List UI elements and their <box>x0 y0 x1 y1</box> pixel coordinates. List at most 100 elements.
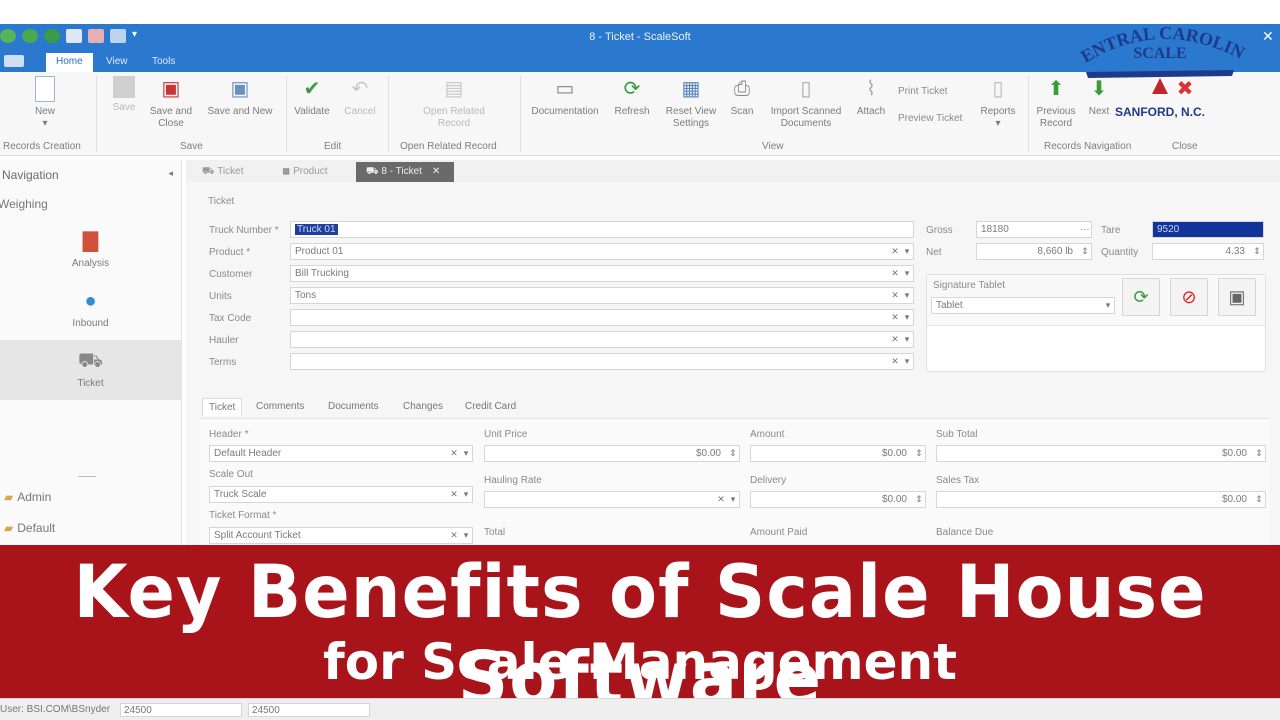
doc-tab-product[interactable]: ◼ Product <box>272 162 338 182</box>
clear-icon[interactable]: ✕ <box>715 492 727 507</box>
spinner-icon[interactable]: ⇕ <box>1253 492 1265 507</box>
clear-icon[interactable]: ✕ <box>448 528 460 543</box>
customer-select[interactable]: Bill Trucking ✕ ▾ <box>290 265 914 282</box>
dropdown-icon[interactable]: ▾ <box>460 446 472 461</box>
documentation-button[interactable]: ▭ Documentation <box>526 76 604 118</box>
attach-button[interactable]: ⌇ Attach <box>852 76 890 118</box>
terms-select[interactable]: ✕ ▾ <box>290 353 914 370</box>
open-related-record-button[interactable]: ▤ Open Related Record <box>412 76 496 130</box>
unit-price-input[interactable]: $0.00 ⇕ <box>484 445 740 462</box>
window-close-icon[interactable]: ✕ <box>1262 28 1274 45</box>
collapse-arrow-icon[interactable]: ◂ <box>168 168 173 179</box>
sales-tax-input[interactable]: $0.00 ⇕ <box>936 491 1266 508</box>
import-scanned-documents-button[interactable]: ▯ Import Scanned Documents <box>764 76 848 130</box>
cancel-button[interactable]: ↶ Cancel <box>340 76 380 118</box>
dropdown-icon[interactable]: ▾ <box>1102 298 1114 313</box>
hauler-select[interactable]: ✕ ▾ <box>290 331 914 348</box>
quantity-input[interactable]: 4.33 ⇕ <box>1152 243 1264 260</box>
clear-icon[interactable]: ✕ <box>889 288 901 303</box>
truck-number-input[interactable]: Truck 01 <box>290 221 914 238</box>
clear-icon[interactable]: ✕ <box>448 446 460 461</box>
product-select[interactable]: Product 01 ✕ ▾ <box>290 243 914 260</box>
signature-save-button[interactable]: ▣ <box>1218 278 1256 316</box>
spinner-icon[interactable]: ⇕ <box>1079 244 1091 259</box>
dropdown-icon: ▾ <box>995 118 1001 129</box>
dropdown-icon[interactable]: ▾ <box>901 288 913 303</box>
header-select[interactable]: Default Header ✕ ▾ <box>209 445 473 462</box>
tax-code-select[interactable]: ✕ ▾ <box>290 309 914 326</box>
ticket-format-select[interactable]: Split Account Ticket ✕ ▾ <box>209 527 473 544</box>
scan-button[interactable]: ⎙ Scan <box>726 76 758 118</box>
refresh-button[interactable]: ⟳ Refresh <box>610 76 654 118</box>
nav-item-analysis[interactable]: ▇ Analysis <box>0 220 181 280</box>
clear-icon[interactable]: ✕ <box>448 487 460 502</box>
save-and-new-button[interactable]: ▣ Save and New <box>202 76 278 118</box>
amount-input[interactable]: $0.00 ⇕ <box>750 445 926 462</box>
spinner-icon[interactable]: ⇕ <box>727 446 739 461</box>
tab-tools[interactable]: Tools <box>142 53 185 72</box>
tab-view[interactable]: View <box>96 53 138 72</box>
spinner-icon[interactable]: ⇕ <box>913 446 925 461</box>
dropdown-icon[interactable]: ▾ <box>901 332 913 347</box>
subtab-changes[interactable]: Changes <box>397 398 449 415</box>
subtab-ticket[interactable]: Ticket <box>202 398 243 416</box>
floppy-disk-icon: ▣ <box>1228 287 1246 307</box>
preview-ticket-button[interactable]: Preview Ticket <box>898 113 962 124</box>
close-tab-icon[interactable]: ✕ <box>432 166 440 177</box>
scale-out-select[interactable]: Truck Scale ✕ ▾ <box>209 486 473 503</box>
subtab-documents[interactable]: Documents <box>322 398 385 415</box>
tab-home[interactable]: Home <box>46 53 93 72</box>
clear-icon[interactable]: ✕ <box>889 244 901 259</box>
nav-item-inbound[interactable]: ● Inbound <box>0 280 181 340</box>
clear-icon[interactable]: ✕ <box>889 354 901 369</box>
dropdown-icon[interactable]: ▾ <box>460 528 472 543</box>
ticket-subform: Header * Default Header ✕ ▾ Scale Out Truc… <box>200 418 1270 548</box>
spinner-icon[interactable]: ⋯ <box>1079 222 1091 237</box>
subtab-credit-card[interactable]: Credit Card <box>459 398 522 415</box>
nav-splitter[interactable] <box>78 476 96 477</box>
units-select[interactable]: Tons ✕ ▾ <box>290 287 914 304</box>
dropdown-icon[interactable]: ▾ <box>901 354 913 369</box>
reset-view-settings-button[interactable]: ▦ Reset View Settings <box>660 76 722 130</box>
hauling-rate-select[interactable]: ✕ ▾ <box>484 491 740 508</box>
print-ticket-button[interactable]: Print Ticket <box>898 86 947 97</box>
dropdown-icon[interactable]: ▾ <box>901 266 913 281</box>
gross-input[interactable]: 18180 ⋯ <box>976 221 1092 238</box>
save-and-close-button[interactable]: ▣ Save and Close <box>146 76 196 130</box>
nav-link-default[interactable]: ▰ Default <box>4 521 55 535</box>
signature-tablet-select[interactable]: Tablet ▾ <box>931 297 1115 314</box>
clear-icon[interactable]: ✕ <box>889 310 901 325</box>
gross-label: Gross <box>926 225 953 236</box>
signature-pad-area[interactable] <box>927 325 1265 371</box>
subtab-comments[interactable]: Comments <box>250 398 310 415</box>
ticket-form: Ticket Truck Number * Truck 01 Product *… <box>186 182 1280 548</box>
status-field-1: 24500 <box>120 703 242 717</box>
dropdown-icon[interactable]: ▾ <box>460 487 472 502</box>
doc-tab-8-ticket[interactable]: ⛟ 8 - Ticket ✕ <box>356 162 454 182</box>
ribbon-separator <box>286 76 287 152</box>
signature-clear-button[interactable]: ⊘ <box>1170 278 1208 316</box>
save-button[interactable]: Save <box>108 76 140 114</box>
tare-input[interactable]: 9520 <box>1152 221 1264 238</box>
clear-icon[interactable]: ✕ <box>889 332 901 347</box>
file-menu-button[interactable] <box>4 55 24 67</box>
sub-total-input[interactable]: $0.00 ⇕ <box>936 445 1266 462</box>
net-input[interactable]: 8,660 lb ⇕ <box>976 243 1092 260</box>
delivery-input[interactable]: $0.00 ⇕ <box>750 491 926 508</box>
validate-button[interactable]: ✔ Validate <box>290 76 334 118</box>
nav-item-ticket[interactable]: ⛟ Ticket <box>0 340 181 400</box>
spinner-icon[interactable]: ⇕ <box>1251 244 1263 259</box>
reports-button[interactable]: ▯ Reports ▾ <box>976 76 1020 130</box>
spinner-icon[interactable]: ⇕ <box>1253 446 1265 461</box>
new-button[interactable]: New ▾ <box>28 76 62 130</box>
clear-icon[interactable]: ✕ <box>889 266 901 281</box>
spinner-icon[interactable]: ⇕ <box>913 492 925 507</box>
dropdown-icon[interactable]: ▾ <box>727 492 739 507</box>
signature-capture-button[interactable]: ⟳ <box>1122 278 1160 316</box>
refresh-icon: ⟳ <box>623 78 641 100</box>
dropdown-icon[interactable]: ▾ <box>901 310 913 325</box>
doc-tab-ticket[interactable]: ⛟ Ticket <box>192 162 254 182</box>
dropdown-icon[interactable]: ▾ <box>901 244 913 259</box>
nav-link-admin[interactable]: ▰ Admin <box>4 490 51 504</box>
group-records-creation: Records Creation <box>3 141 81 152</box>
